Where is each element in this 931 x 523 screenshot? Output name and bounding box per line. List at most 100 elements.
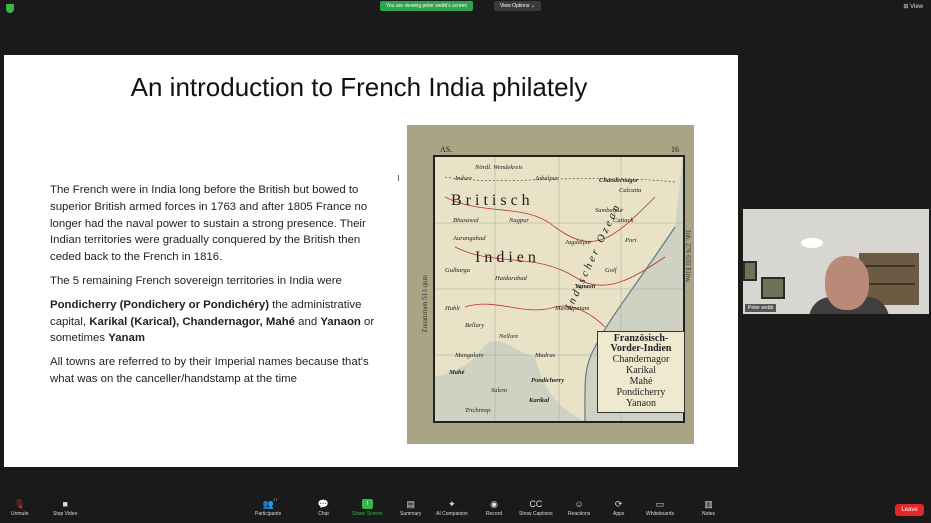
participants-icon: 👥 [262,499,274,509]
map-label-karikal: Karikal [529,397,550,404]
map-label-aurangabad: Aurangabad [453,235,486,242]
chat-button[interactable]: 💬 Chat [318,499,329,517]
paragraph-territories-list: Pondicherry (Pondichery or Pondichéry) t… [50,297,385,347]
chat-icon: 💬 [317,499,330,509]
map-label-chandernagor: Chandernagor [599,177,639,184]
share-screen-button[interactable]: ↑ Share Screen [352,499,383,517]
stop-video-button[interactable]: ■ Stop Video [53,499,77,517]
chevron-down-icon: ⌄ [530,3,535,9]
map-label-puri: Puri [625,237,637,244]
map-label-mahe: Mahé [449,369,465,376]
french-india-map: AS. 16 Zusammen 513 qkm Inh. 276 650 Ein… [407,125,694,444]
notes-icon: ▥ [704,499,713,509]
participants-label: Participants [255,511,282,517]
participant-video[interactable]: Peter webb [743,209,929,314]
map-label-tropic: Nördl. Wendekreis [475,164,523,171]
paragraph-history: The French were in India long before the… [50,184,368,264]
map-label-mangalore: Mangalore [455,352,484,359]
participants-count: 17 [273,497,278,502]
participant-name-tag: Peter webb [745,304,777,312]
map-label-golf: Golf [605,267,617,274]
reactions-label: Reactions [568,511,591,517]
slide-body: The French were in India long before the… [50,182,385,395]
top-bar: You are viewing peter webb's screen View… [0,0,931,16]
view-button-label: View [910,4,923,10]
legend-town: Pondicherry [616,387,666,398]
map-label-hubli: Hubli [445,305,460,312]
record-button[interactable]: ◉ Record [486,499,502,517]
legend-town: Yanaon [625,398,657,409]
wall-picture [743,261,757,281]
map-label-nagpur: Nagpur [509,217,529,224]
slide-title: An introduction to French India philatel… [130,72,588,102]
whiteboards-button[interactable]: ▭ Whiteboards [646,499,674,517]
leave-button[interactable]: Leave [895,504,924,516]
bold-yanam: Yanam [108,332,145,345]
video-camera-icon: ■ [62,499,68,509]
map-label-bellary: Bellary [465,322,485,329]
legend-town: Chandernagor [612,354,670,365]
ai-companion-label: AI Companion [436,511,468,517]
share-screen-label: Share Screen [352,511,383,517]
reactions-button[interactable]: ☺ Reactions [568,499,590,517]
map-label-calcutta: Calcutta [619,187,642,194]
map-label-indien: Indien [475,249,540,266]
map-label-gulbarga: Gulbarga [445,267,471,274]
legend-town: Mahé [629,376,653,387]
apps-label: Apps [613,511,625,517]
bold-yanaon: Yanaon [320,315,361,328]
map-side-right: Inh. 276 650 Einw. [684,230,692,284]
map-legend: Französisch- Vorder-Indien Chandernagor … [597,331,685,413]
map-code: AS. [440,145,453,154]
ceiling-light [801,238,823,248]
view-options-button[interactable]: View Options ⌄ [494,1,541,11]
show-captions-label: Show Captions [519,511,553,517]
chat-label: Chat [318,511,329,517]
view-options-label: View Options [500,3,530,9]
wall-picture [761,277,785,299]
record-icon: ◉ [490,499,498,509]
paragraph-territories-intro: The 5 remaining French sovereign territo… [50,274,342,287]
notes-label: Notes [702,511,716,517]
map-label-trichinopoly: Trichinop. [465,407,492,414]
ai-companion-button[interactable]: ✦ AI Companion [436,499,468,517]
map-label-bhusawal: Bhusawal [453,217,479,224]
reactions-icon: ☺ [574,499,584,509]
meeting-controls-bar: 🎙 Unmute ■ Stop Video 👥 17 Participants 💬 Cha… [0,496,931,523]
microphone-muted-icon: 🎙 [14,499,26,509]
map-label-pondicherry: Pondicherry [531,377,565,384]
map-label-indore: Indore [455,175,473,182]
shield-icon[interactable] [6,4,14,13]
bold-karikal-chandernagor-mahe: Karikal (Karical), Chandernagor, Mahé [89,315,295,328]
whiteboard-icon: ▭ [655,499,665,509]
participants-button[interactable]: 👥 17 Participants [255,497,282,517]
view-button[interactable]: ⊞ View [903,3,923,10]
show-captions-button[interactable]: CC Show Captions [519,499,553,517]
apps-button[interactable]: ⟳ Apps [613,499,624,517]
map-label-salem: Salem [491,387,507,394]
map-label-madras: Madras [535,352,556,359]
legend-subtitle-2: Indien [643,343,672,354]
unmute-button[interactable]: 🎙 Unmute [11,499,29,517]
legend-town: Karikal [626,365,656,376]
stop-video-label: Stop Video [53,511,78,517]
summary-label: Summary [400,511,422,517]
map-label-jagdalpur: Jagdalpur [565,239,592,246]
paragraph-imperial-names: All towns are referred to by their Imper… [50,356,369,385]
captions-icon: CC [529,499,543,509]
ai-companion-icon: ✦ [448,499,456,509]
summary-icon: ▤ [406,499,415,509]
notes-button[interactable]: ▥ Notes [702,499,715,517]
grid-icon: ⊞ [903,4,909,10]
map-label-haidarabad: Haidarabad [495,275,527,282]
apps-icon: ⟳ [614,499,623,509]
bold-pondicherry: Pondicherry (Pondichery or Pondichéry) [50,298,269,311]
map-label-jabalpur: Jabalpur [535,175,559,182]
legend-subtitle-1: Vorder- [610,343,644,354]
share-screen-icon: ↑ [361,499,373,509]
record-label: Record [486,511,503,517]
summary-button[interactable]: ▤ Summary [400,499,421,517]
map-label-nellore: Nellore [499,333,519,340]
map-number: 16 [671,145,679,154]
whiteboards-label: Whiteboards [646,511,675,517]
